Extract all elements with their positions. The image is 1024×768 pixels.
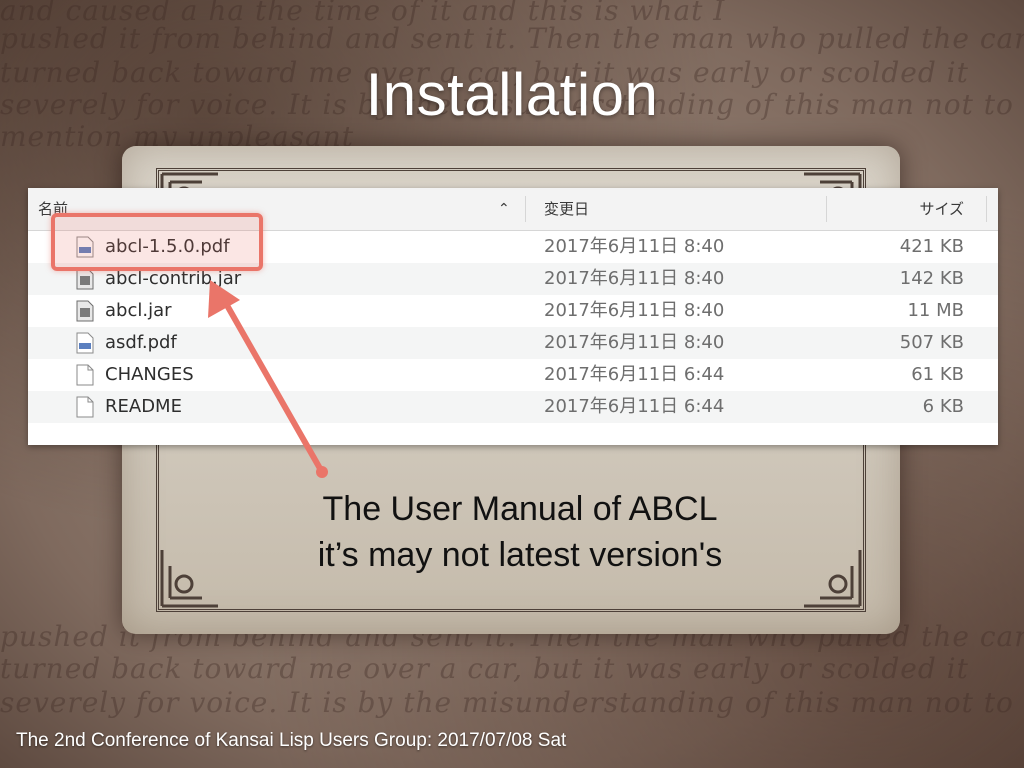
column-header-size[interactable]: サイズ <box>919 188 964 230</box>
file-name[interactable]: README <box>105 391 182 423</box>
caption-line: The User Manual of ABCL <box>322 490 718 528</box>
background-script-line: turned back toward me over a car, but it… <box>0 652 969 685</box>
pdf-file-icon <box>76 332 94 354</box>
file-size: 61 KB <box>911 364 964 385</box>
ornament-corner-icon <box>804 550 862 608</box>
file-row[interactable]: abcl.jar 2017年6月11日 8:40 11 MB <box>28 295 998 327</box>
sort-ascending-icon[interactable]: ⌃ <box>498 188 510 230</box>
file-date: 2017年6月11日 6:44 <box>544 396 725 417</box>
file-date: 2017年6月11日 6:44 <box>544 364 725 385</box>
document-file-icon <box>76 364 94 386</box>
file-date: 2017年6月11日 8:40 <box>544 236 725 257</box>
file-date: 2017年6月11日 8:40 <box>544 268 725 289</box>
column-divider[interactable] <box>525 196 526 222</box>
file-size: 507 KB <box>899 332 964 353</box>
file-row[interactable]: CHANGES 2017年6月11日 6:44 61 KB <box>28 359 998 391</box>
slide-title: Installation <box>365 61 659 128</box>
file-size: 11 MB <box>907 300 964 321</box>
file-size: 6 KB <box>922 396 964 417</box>
file-name[interactable]: CHANGES <box>105 359 194 391</box>
column-header-date[interactable]: 変更日 <box>544 188 589 230</box>
caption: The User Manual of ABCL it’s may not lat… <box>240 486 800 578</box>
highlight-box <box>51 213 263 271</box>
column-divider[interactable] <box>986 196 987 222</box>
file-row[interactable]: README 2017年6月11日 6:44 6 KB <box>28 391 998 423</box>
background-script-line: pushed it from behind and sent it. Then … <box>0 22 1024 55</box>
background-script-line: severely for voice. It is by the misunde… <box>0 686 1014 719</box>
file-date: 2017年6月11日 8:40 <box>544 332 725 353</box>
file-size: 142 KB <box>899 268 964 289</box>
file-size: 421 KB <box>899 236 964 257</box>
document-file-icon <box>76 396 94 418</box>
jar-file-icon <box>76 300 94 322</box>
ornament-corner-icon <box>160 550 218 608</box>
jar-file-icon <box>76 268 94 290</box>
slide-footer: The 2nd Conference of Kansai Lisp Users … <box>16 730 567 751</box>
file-name[interactable]: abcl.jar <box>105 295 172 327</box>
caption-line: it’s may not latest version's <box>317 536 723 574</box>
file-date: 2017年6月11日 8:40 <box>544 300 725 321</box>
column-divider[interactable] <box>826 196 827 222</box>
file-row[interactable]: asdf.pdf 2017年6月11日 8:40 507 KB <box>28 327 998 359</box>
file-name[interactable]: asdf.pdf <box>105 327 177 359</box>
